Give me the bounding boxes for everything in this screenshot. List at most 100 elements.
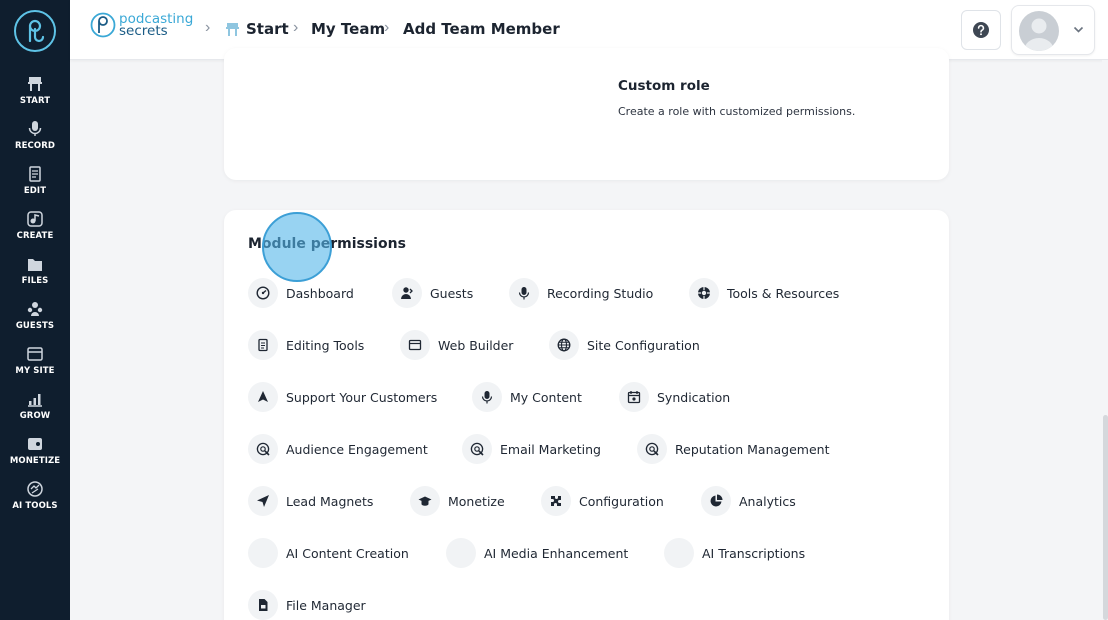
permission-label: Reputation Management [675, 441, 830, 457]
permission-label: AI Media Enhancement [484, 545, 629, 561]
microphone-icon [26, 120, 44, 138]
permission-label: Monetize [448, 493, 505, 509]
puzzle-icon [541, 486, 571, 516]
permission-support-your-customers[interactable]: Support Your Customers [248, 382, 437, 412]
engagement-icon [248, 434, 278, 464]
module-permissions-title: Module permissions [248, 236, 406, 252]
permission-label: AI Content Creation [286, 545, 409, 561]
permission-label: Dashboard [286, 285, 354, 301]
permission-configuration[interactable]: Configuration [541, 486, 664, 516]
permission-lead-magnets[interactable]: Lead Magnets [248, 486, 373, 516]
guests-icon [392, 278, 422, 308]
blank-icon [446, 538, 476, 568]
permission-monetize[interactable]: Monetize [410, 486, 505, 516]
permission-label: Editing Tools [286, 337, 365, 353]
permission-label: Tools & Resources [727, 285, 840, 301]
sidebar-item-label: MY SITE [15, 366, 55, 376]
scrollbar-thumb[interactable] [1103, 415, 1108, 620]
permission-label: Guests [430, 285, 474, 301]
permission-my-content[interactable]: My Content [472, 382, 582, 412]
permission-label: Site Configuration [587, 337, 700, 353]
permission-web-builder[interactable]: Web Builder [400, 330, 513, 360]
permission-ai-media-enhancement[interactable]: AI Media Enhancement [446, 538, 628, 568]
file-manager-icon [248, 590, 278, 620]
blank-icon [248, 538, 278, 568]
microphone-icon [509, 278, 539, 308]
breadcrumb-separator-icon: › [384, 19, 390, 36]
permission-reputation-management[interactable]: Reputation Management [637, 434, 830, 464]
sidebar-item-label: FILES [21, 276, 49, 286]
start-icon [26, 75, 44, 93]
custom-role-title: Custom role [618, 78, 710, 94]
permission-recording-studio[interactable]: Recording Studio [509, 278, 653, 308]
sidebar-item-label: CREATE [16, 231, 54, 241]
permission-syndication[interactable]: Syndication [619, 382, 730, 412]
permission-email-marketing[interactable]: Email Marketing [462, 434, 601, 464]
sidebar-item-label: MONETIZE [9, 456, 61, 466]
microphone-icon [472, 382, 502, 412]
dashboard-icon [248, 278, 278, 308]
chevron-down-icon [1073, 26, 1084, 33]
sidebar-item-files[interactable]: FILES [0, 255, 70, 299]
permission-ai-transcriptions[interactable]: AI Transcriptions [664, 538, 805, 568]
sidebar-item-label: START [19, 96, 51, 106]
breadcrumb-separator-icon: › [293, 19, 299, 36]
send-icon [248, 486, 278, 516]
sidebar: START RECORD EDIT CREATE FILES GUESTS MY… [0, 0, 70, 620]
permission-label: Lead Magnets [286, 493, 374, 509]
permission-file-manager[interactable]: File Manager [248, 590, 366, 620]
user-menu-button[interactable] [1011, 5, 1095, 55]
permission-label: File Manager [286, 597, 366, 613]
blank-icon [664, 538, 694, 568]
engagement-icon [462, 434, 492, 464]
permission-site-configuration[interactable]: Site Configuration [549, 330, 700, 360]
permission-label: Recording Studio [547, 285, 654, 301]
tools-icon [689, 278, 719, 308]
breadcrumb-my-team[interactable]: My Team [311, 20, 385, 38]
sidebar-item-monetize[interactable]: MONETIZE [0, 435, 70, 479]
sidebar-item-guests[interactable]: GUESTS [0, 300, 70, 344]
permission-guests[interactable]: Guests [392, 278, 473, 308]
breadcrumb-current-page: Add Team Member [403, 20, 560, 38]
guests-icon [26, 300, 44, 318]
brand-logo[interactable]: podcasting secrets [90, 12, 193, 38]
monetize-icon [26, 435, 44, 453]
sidebar-item-label: AI TOOLS [12, 501, 58, 511]
graduation-cap-icon [410, 486, 440, 516]
permission-label: Configuration [579, 493, 664, 509]
permission-analytics[interactable]: Analytics [701, 486, 796, 516]
files-icon [26, 255, 44, 273]
ai-tools-icon [26, 480, 44, 498]
sidebar-item-start[interactable]: START [0, 75, 70, 119]
permission-editing-tools[interactable]: Editing Tools [248, 330, 364, 360]
sidebar-item-record[interactable]: RECORD [0, 120, 70, 164]
permission-label: Syndication [657, 389, 731, 405]
sidebar-item-grow[interactable]: GROW [0, 390, 70, 434]
sidebar-item-my-site[interactable]: MY SITE [0, 345, 70, 389]
globe-icon [549, 330, 579, 360]
help-button[interactable] [961, 10, 1001, 50]
sidebar-item-label: EDIT [23, 186, 47, 196]
permission-ai-content-creation[interactable]: AI Content Creation [248, 538, 409, 568]
app-logo-icon[interactable] [14, 10, 56, 52]
permission-label: Audience Engagement [286, 441, 428, 457]
permission-label: Support Your Customers [286, 389, 438, 405]
sidebar-item-label: GUESTS [15, 321, 55, 331]
permission-dashboard[interactable]: Dashboard [248, 278, 354, 308]
brand-logo-icon [90, 12, 116, 38]
permission-label: Web Builder [438, 337, 514, 353]
permission-tools-resources[interactable]: Tools & Resources [689, 278, 839, 308]
support-icon [248, 382, 278, 412]
sidebar-item-create[interactable]: CREATE [0, 210, 70, 254]
sidebar-item-label: GROW [19, 411, 51, 421]
custom-role-card[interactable]: Custom role Create a role with customize… [224, 48, 949, 180]
edit-icon [26, 165, 44, 183]
breadcrumb-start-icon [225, 22, 240, 42]
permission-label: Email Marketing [500, 441, 601, 457]
sidebar-item-ai-tools[interactable]: AI TOOLS [0, 480, 70, 524]
sidebar-item-edit[interactable]: EDIT [0, 165, 70, 209]
pie-chart-icon [701, 486, 731, 516]
breadcrumb-start[interactable]: Start [246, 20, 289, 38]
avatar [1019, 11, 1059, 51]
permission-audience-engagement[interactable]: Audience Engagement [248, 434, 428, 464]
